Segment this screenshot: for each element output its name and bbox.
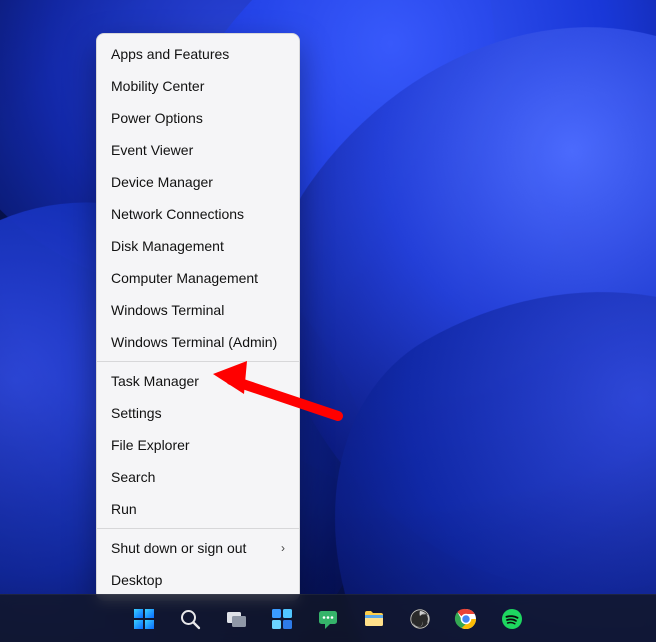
menu-item-label: Desktop	[111, 564, 162, 596]
start-button[interactable]	[124, 599, 164, 639]
menu-item-shut-down-or-sign-out[interactable]: Shut down or sign out ›	[97, 532, 299, 564]
chat-icon	[316, 607, 340, 631]
menu-item-label: Event Viewer	[111, 134, 193, 166]
desktop-wallpaper: Apps and FeaturesMobility CenterPower Op…	[0, 0, 656, 642]
menu-item-label: Computer Management	[111, 262, 258, 294]
file-explorer-button[interactable]	[354, 599, 394, 639]
obs-button[interactable]	[400, 599, 440, 639]
menu-item-desktop[interactable]: Desktop	[97, 564, 299, 596]
folder-icon	[362, 607, 386, 631]
menu-item-device-manager[interactable]: Device Manager	[97, 166, 299, 198]
menu-item-mobility-center[interactable]: Mobility Center	[97, 70, 299, 102]
menu-item-network-connections[interactable]: Network Connections	[97, 198, 299, 230]
chrome-button[interactable]	[446, 599, 486, 639]
menu-item-label: Windows Terminal	[111, 294, 224, 326]
search-button[interactable]	[170, 599, 210, 639]
menu-item-label: Disk Management	[111, 230, 224, 262]
spotify-icon	[500, 607, 524, 631]
search-icon	[178, 607, 202, 631]
menu-item-label: Power Options	[111, 102, 203, 134]
menu-item-run[interactable]: Run	[97, 493, 299, 525]
menu-item-label: Apps and Features	[111, 38, 229, 70]
menu-item-label: Search	[111, 461, 155, 493]
menu-item-windows-terminal[interactable]: Windows Terminal	[97, 294, 299, 326]
menu-item-label: Device Manager	[111, 166, 213, 198]
menu-item-task-manager[interactable]: Task Manager	[97, 365, 299, 397]
menu-item-settings[interactable]: Settings	[97, 397, 299, 429]
obs-icon	[408, 607, 432, 631]
task-view-icon	[224, 607, 248, 631]
menu-item-file-explorer[interactable]: File Explorer	[97, 429, 299, 461]
menu-separator	[97, 528, 299, 529]
menu-item-windows-terminal-admin[interactable]: Windows Terminal (Admin)	[97, 326, 299, 358]
menu-item-label: Shut down or sign out	[111, 532, 246, 564]
menu-item-search[interactable]: Search	[97, 461, 299, 493]
chrome-icon	[454, 607, 478, 631]
menu-item-label: Network Connections	[111, 198, 244, 230]
menu-item-label: Run	[111, 493, 137, 525]
widgets-button[interactable]	[262, 599, 302, 639]
menu-item-event-viewer[interactable]: Event Viewer	[97, 134, 299, 166]
chat-button[interactable]	[308, 599, 348, 639]
menu-item-disk-management[interactable]: Disk Management	[97, 230, 299, 262]
chevron-right-icon: ›	[281, 532, 285, 564]
menu-item-apps-and-features[interactable]: Apps and Features	[97, 38, 299, 70]
menu-item-power-options[interactable]: Power Options	[97, 102, 299, 134]
menu-item-label: Mobility Center	[111, 70, 204, 102]
spotify-button[interactable]	[492, 599, 532, 639]
task-view-button[interactable]	[216, 599, 256, 639]
widgets-icon	[270, 607, 294, 631]
winx-context-menu[interactable]: Apps and FeaturesMobility CenterPower Op…	[96, 33, 300, 601]
menu-separator	[97, 361, 299, 362]
windows-logo-icon	[132, 607, 156, 631]
menu-item-label: File Explorer	[111, 429, 190, 461]
menu-item-label: Task Manager	[111, 365, 199, 397]
taskbar	[0, 594, 656, 642]
menu-item-label: Settings	[111, 397, 162, 429]
menu-item-label: Windows Terminal (Admin)	[111, 326, 277, 358]
menu-item-computer-management[interactable]: Computer Management	[97, 262, 299, 294]
